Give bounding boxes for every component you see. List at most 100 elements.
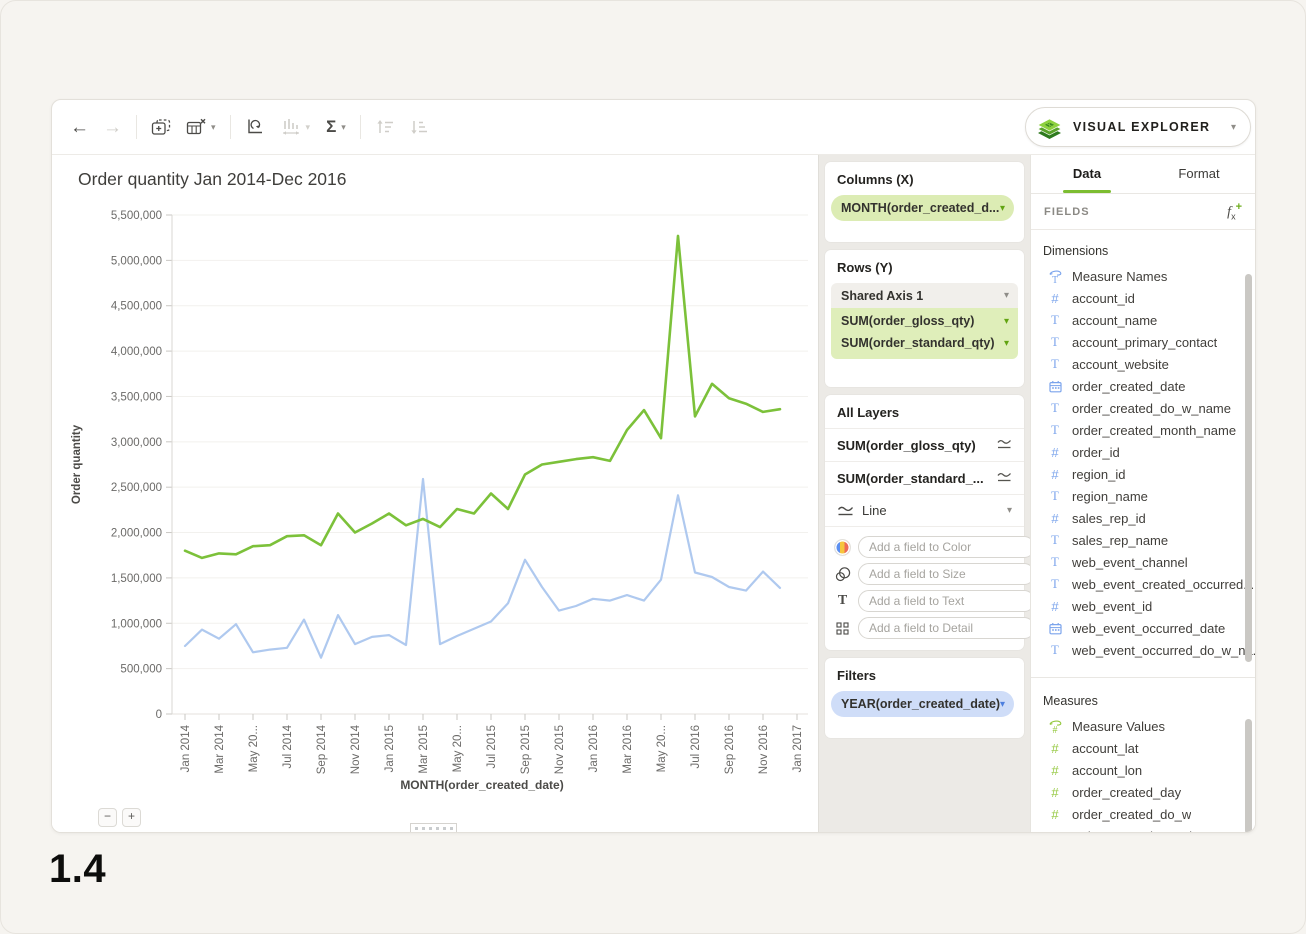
x-tick-label: Nov 2014 [350,724,362,774]
field-item-order-created-date[interactable]: order_created_date [1031,375,1255,397]
field-item-label: account_website [1072,357,1169,372]
text-icon: T [1051,578,1059,591]
shared-axis-pill[interactable]: Shared Axis 1 ▾ [831,283,1018,308]
field-item-web-event-occurred-date[interactable]: web_event_occurred_date [1031,617,1255,639]
x-tick-label: Jul 2016 [690,725,702,768]
field-item-region-name[interactable]: T region_name [1031,485,1255,507]
series-sum-order-standard-qty-[interactable] [185,479,780,658]
x-tick-label: Jul 2014 [282,724,294,768]
field-item-label: region_id [1072,467,1126,482]
field-item-order-created-month-name[interactable]: T order_created_month_name [1031,419,1255,441]
svg-text:1,000,000: 1,000,000 [111,618,162,630]
field-item-label: account_primary_contact [1072,335,1217,350]
field-item-label: account_name [1072,313,1157,328]
field-item-web-event-channel[interactable]: T web_event_channel [1031,551,1255,573]
field-item-web-event-occurred-do-w-na-[interactable]: T web_event_occurred_do_w_na... [1031,639,1255,661]
text-icon: T [1051,402,1059,415]
svg-text:#: # [1052,725,1057,734]
number-icon: # [1051,786,1058,799]
pill-month-order-created-d-[interactable]: MONTH(order_created_d... ▾ [831,195,1014,221]
field-item-account-id[interactable]: # account_id [1031,287,1255,309]
field-item-order-created-month[interactable]: # order_created_month [1031,825,1255,832]
bar-width-caret-icon: ▾ [306,122,311,133]
duplicate-chart-button[interactable] [151,118,171,136]
fields-header-row: FIELDS fx+ [1031,194,1255,230]
inspector-tabbar: Data Format [1031,155,1255,194]
field-item-web-event-id[interactable]: # web_event_id [1031,595,1255,617]
pill-label: MONTH(order_created_d... [831,201,1000,215]
content-area: Order quantity Jan 2014-Dec 2016 0500,00… [52,155,1255,832]
field-item-label: order_created_day [1072,785,1181,800]
layer-sum-order-gloss-qty-[interactable]: SUM(order_gloss_qty) [825,428,1024,461]
field-item-order-created-day[interactable]: # order_created_day [1031,781,1255,803]
svg-text:1,500,000: 1,500,000 [111,573,162,585]
sigma-icon: Σ [326,117,336,137]
bar-width-button[interactable]: ▾ [281,118,311,136]
aggregation-button[interactable]: Σ ▾ [326,117,346,137]
sort-ascending-button[interactable] [375,119,395,135]
field-item-web-event-created-occurred-[interactable]: T web_event_created_occurred... [1031,573,1255,595]
text-icon: T [1051,358,1059,371]
field-item-order-created-do-w[interactable]: # order_created_do_w [1031,803,1255,825]
visual-explorer-menu-button[interactable]: VISUAL EXPLORER ▾ [1025,107,1251,147]
field-item-account-name[interactable]: T account_name [1031,309,1255,331]
x-tick-label: Jan 2015 [384,725,396,772]
layer-sum-order-standard-[interactable]: SUM(order_standard_... [825,461,1024,494]
add-field-to-detail-input[interactable] [858,617,1035,639]
clear-chart-button[interactable]: ▾ [186,118,216,136]
add-calculated-field-button[interactable]: fx+ [1227,201,1242,221]
field-item-sales-rep-id[interactable]: # sales_rep_id [1031,507,1255,529]
dimensions-scrollbar[interactable] [1245,274,1252,662]
clear-chart-caret-icon: ▾ [211,122,216,133]
zoom-out-button[interactable]: − [98,808,117,827]
field-item-order-created-do-w-name[interactable]: T order_created_do_w_name [1031,397,1255,419]
field-item-order-id[interactable]: # order_id [1031,441,1255,463]
number-icon: # [1051,830,1058,833]
number-icon: # [1051,600,1058,613]
field-item-label: Measure Names [1072,269,1167,284]
pill-year-order-created-date-[interactable]: YEAR(order_created_date) ▾ [831,691,1014,717]
number-icon: # [1051,742,1058,755]
mark-type-caret-icon: ▾ [1007,505,1012,516]
undo-back-button[interactable]: ← [70,118,89,137]
line-chart[interactable]: 0500,0001,000,0001,500,0002,000,0002,500… [52,155,818,833]
mark-type-select[interactable]: Line ▾ [825,494,1024,526]
layer-label: SUM(order_standard_... [837,471,984,486]
swap-axes-button[interactable] [245,118,265,136]
page-background: ← → ▾ [0,0,1306,934]
x-tick-label: Jul 2015 [486,725,498,768]
rows-pill-group: SUM(order_gloss_qty) ▾SUM(order_standard… [831,308,1018,359]
field-item-measure-names[interactable]: T Measure Names [1031,265,1255,287]
field-item-account-primary-contact[interactable]: T account_primary_contact [1031,331,1255,353]
field-item-label: account_lat [1072,741,1139,756]
svg-text:3,000,000: 3,000,000 [111,437,162,449]
add-field-to-size-input[interactable] [858,563,1035,585]
resize-grip-handle[interactable] [410,823,457,833]
svg-text:2,000,000: 2,000,000 [111,528,162,540]
tab-format[interactable]: Format [1143,155,1255,193]
x-tick-label: Jan 2014 [180,724,192,772]
field-item-region-id[interactable]: # region_id [1031,463,1255,485]
line-mark-icon [997,438,1012,450]
add-field-to-color-input[interactable] [858,536,1035,558]
field-item-measure-values[interactable]: # Measure Values [1031,715,1255,737]
zoom-in-button[interactable]: + [122,808,141,827]
tab-data[interactable]: Data [1031,155,1143,193]
swap-axes-icon [245,118,265,136]
field-item-account-website[interactable]: T account_website [1031,353,1255,375]
brand-label: VISUAL EXPLORER [1073,120,1210,134]
rows-pill-sum-order-standard-qty-[interactable]: SUM(order_standard_qty) ▾ [831,332,1018,354]
field-item-account-lon[interactable]: # account_lon [1031,759,1255,781]
measures-scrollbar[interactable] [1245,719,1252,832]
text-icon: T [1051,556,1059,569]
svg-text:500,000: 500,000 [120,664,162,676]
rows-pill-sum-order-gloss-qty-[interactable]: SUM(order_gloss_qty) ▾ [831,310,1018,332]
number-icon: # [1051,292,1058,305]
redo-forward-button[interactable]: → [103,118,122,137]
field-item-label: account_lon [1072,763,1142,778]
sort-descending-button[interactable] [409,119,429,135]
add-field-to-text-input[interactable] [858,590,1035,612]
field-item-account-lat[interactable]: # account_lat [1031,737,1255,759]
field-item-label: web_event_id [1072,599,1152,614]
field-item-sales-rep-name[interactable]: T sales_rep_name [1031,529,1255,551]
